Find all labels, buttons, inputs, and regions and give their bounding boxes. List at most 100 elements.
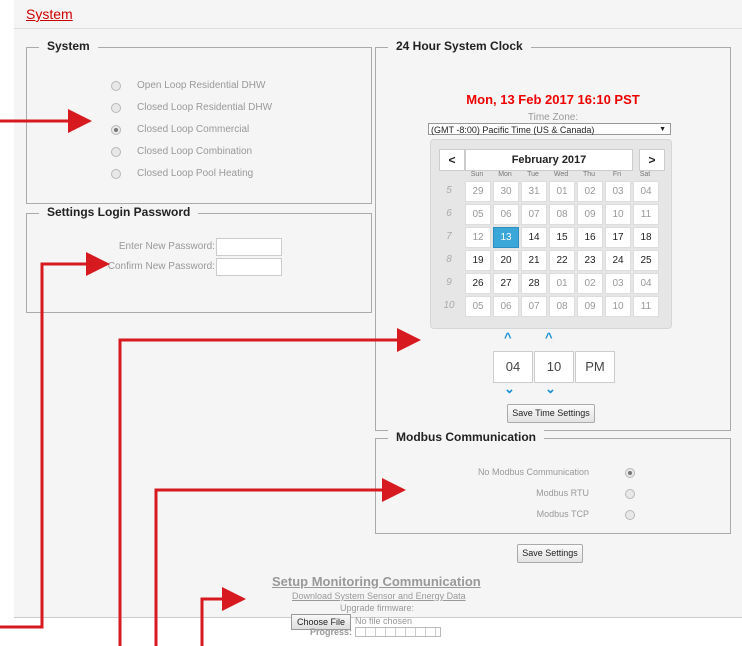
radio-button[interactable] xyxy=(111,147,121,157)
minute-field[interactable]: 10 xyxy=(534,351,574,383)
radio-button[interactable] xyxy=(111,125,121,135)
calendar-day[interactable]: 31 xyxy=(521,181,547,202)
calendar-day[interactable]: 07 xyxy=(521,204,547,225)
weekday-header: Mon xyxy=(498,171,512,178)
upgrade-firmware-label: Upgrade firmware: xyxy=(340,603,415,613)
confirm-password-label: Confirm New Password: xyxy=(107,261,215,272)
hour-up-icon[interactable]: ^ xyxy=(504,330,512,345)
calendar-day[interactable]: 18 xyxy=(633,227,659,248)
calendar-day[interactable]: 19 xyxy=(465,250,491,271)
calendar-day[interactable]: 06 xyxy=(493,296,519,317)
week-number: 9 xyxy=(446,277,452,288)
prev-month-button[interactable]: < xyxy=(439,149,465,171)
download-data-link[interactable]: Download System Sensor and Energy Data xyxy=(292,591,466,601)
radio-button[interactable] xyxy=(111,103,121,113)
calendar-day[interactable]: 14 xyxy=(521,227,547,248)
modbus-option-label: Modbus RTU xyxy=(536,488,589,498)
week-number: 10 xyxy=(443,300,455,311)
calendar-day[interactable]: 08 xyxy=(549,204,575,225)
calendar-day[interactable]: 16 xyxy=(577,227,603,248)
enter-password-label: Enter New Password: xyxy=(118,241,215,252)
calendar-day[interactable]: 02 xyxy=(577,181,603,202)
radio-button[interactable] xyxy=(111,169,121,179)
system-option-label: Closed Loop Residential DHW xyxy=(137,102,273,113)
radio-button[interactable] xyxy=(111,81,121,91)
hour-field[interactable]: 04 xyxy=(493,351,533,383)
header-divider xyxy=(14,28,742,29)
calendar-day[interactable]: 03 xyxy=(605,181,631,202)
confirm-password-input[interactable] xyxy=(216,258,282,276)
calendar-day[interactable]: 24 xyxy=(605,250,631,271)
calendar-day[interactable]: 23 xyxy=(577,250,603,271)
chevron-left-icon: < xyxy=(448,153,456,167)
calendar-day[interactable]: 05 xyxy=(465,204,491,225)
modbus-radio-button[interactable] xyxy=(625,510,635,520)
modbus-option-label: No Modbus Communication xyxy=(477,467,589,477)
calendar-day[interactable]: 10 xyxy=(605,204,631,225)
calendar-day[interactable]: 06 xyxy=(493,204,519,225)
calendar-day[interactable]: 25 xyxy=(633,250,659,271)
system-option-label: Closed Loop Commercial xyxy=(137,124,250,135)
current-datetime: Mon, 13 Feb 2017 16:10 PST xyxy=(466,92,640,107)
week-number: 8 xyxy=(446,254,452,265)
file-status-text: No file chosen xyxy=(355,616,413,626)
calendar-day[interactable]: 04 xyxy=(633,181,659,202)
modbus-radio-button[interactable] xyxy=(625,468,635,478)
next-month-button[interactable]: > xyxy=(639,149,665,171)
calendar-day[interactable]: 21 xyxy=(521,250,547,271)
calendar-day[interactable]: 01 xyxy=(549,273,575,294)
week-number: 7 xyxy=(446,231,452,242)
calendar-day[interactable]: 28 xyxy=(521,273,547,294)
calendar-day[interactable]: 27 xyxy=(493,273,519,294)
calendar-day[interactable]: 22 xyxy=(549,250,575,271)
calendar-day[interactable]: 17 xyxy=(605,227,631,248)
minute-down-icon[interactable]: ⌄ xyxy=(545,381,556,397)
calendar: < February 2017 > Sun Mon Tue Wed Thu Fri Sat 5… xyxy=(430,139,672,329)
modbus-legend: Modbus Communication xyxy=(388,430,544,444)
system-option-label: Closed Loop Pool Heating xyxy=(137,168,254,179)
calendar-day[interactable]: 10 xyxy=(605,296,631,317)
calendar-day[interactable]: 20 xyxy=(493,250,519,271)
enter-password-input[interactable] xyxy=(216,238,282,256)
calendar-day[interactable]: 11 xyxy=(633,296,659,317)
calendar-day[interactable]: 07 xyxy=(521,296,547,317)
calendar-day[interactable]: 12 xyxy=(465,227,491,248)
calendar-day[interactable]: 03 xyxy=(605,273,631,294)
calendar-day[interactable]: 01 xyxy=(549,181,575,202)
calendar-day[interactable]: 29 xyxy=(465,181,491,202)
timezone-value: (GMT -8:00) Pacific Time (US & Canada) xyxy=(431,125,595,135)
save-settings-button[interactable]: Save Settings xyxy=(517,544,583,563)
weekday-header: Sun xyxy=(470,171,484,178)
save-time-settings-button[interactable]: Save Time Settings xyxy=(507,404,595,423)
calendar-day[interactable]: 13 xyxy=(493,227,519,248)
modbus-fieldset: Modbus Communication No Modbus Communica… xyxy=(375,430,731,534)
calendar-day[interactable]: 30 xyxy=(493,181,519,202)
clock-legend: 24 Hour System Clock xyxy=(388,39,531,53)
weekday-header: Sat xyxy=(639,171,651,178)
calendar-day[interactable]: 15 xyxy=(549,227,575,248)
calendar-day[interactable]: 04 xyxy=(633,273,659,294)
calendar-day[interactable]: 05 xyxy=(465,296,491,317)
setup-monitoring-title[interactable]: Setup Monitoring Communication xyxy=(272,574,481,589)
password-fieldset: Settings Login Password Enter New Passwo… xyxy=(26,205,372,313)
weekday-header: Fri xyxy=(612,171,622,178)
minute-up-icon[interactable]: ^ xyxy=(545,330,553,345)
timezone-select[interactable]: (GMT -8:00) Pacific Time (US & Canada) ▼ xyxy=(428,123,671,135)
caret-down-icon: ▼ xyxy=(659,126,666,133)
modbus-option-label: Modbus TCP xyxy=(536,509,589,519)
timezone-label: Time Zone: xyxy=(527,112,579,123)
calendar-day[interactable]: 02 xyxy=(577,273,603,294)
system-legend: System xyxy=(39,39,98,53)
system-tab-link[interactable]: System xyxy=(26,6,73,22)
calendar-day[interactable]: 09 xyxy=(577,296,603,317)
hour-down-icon[interactable]: ⌄ xyxy=(504,381,515,397)
calendar-day[interactable]: 11 xyxy=(633,204,659,225)
calendar-month-title[interactable]: February 2017 xyxy=(465,149,633,171)
progress-label: Progress: xyxy=(310,627,353,637)
ampm-toggle[interactable]: PM xyxy=(575,351,615,383)
chevron-right-icon: > xyxy=(648,153,656,167)
calendar-day[interactable]: 09 xyxy=(577,204,603,225)
modbus-radio-button[interactable] xyxy=(625,489,635,499)
calendar-day[interactable]: 08 xyxy=(549,296,575,317)
calendar-day[interactable]: 26 xyxy=(465,273,491,294)
